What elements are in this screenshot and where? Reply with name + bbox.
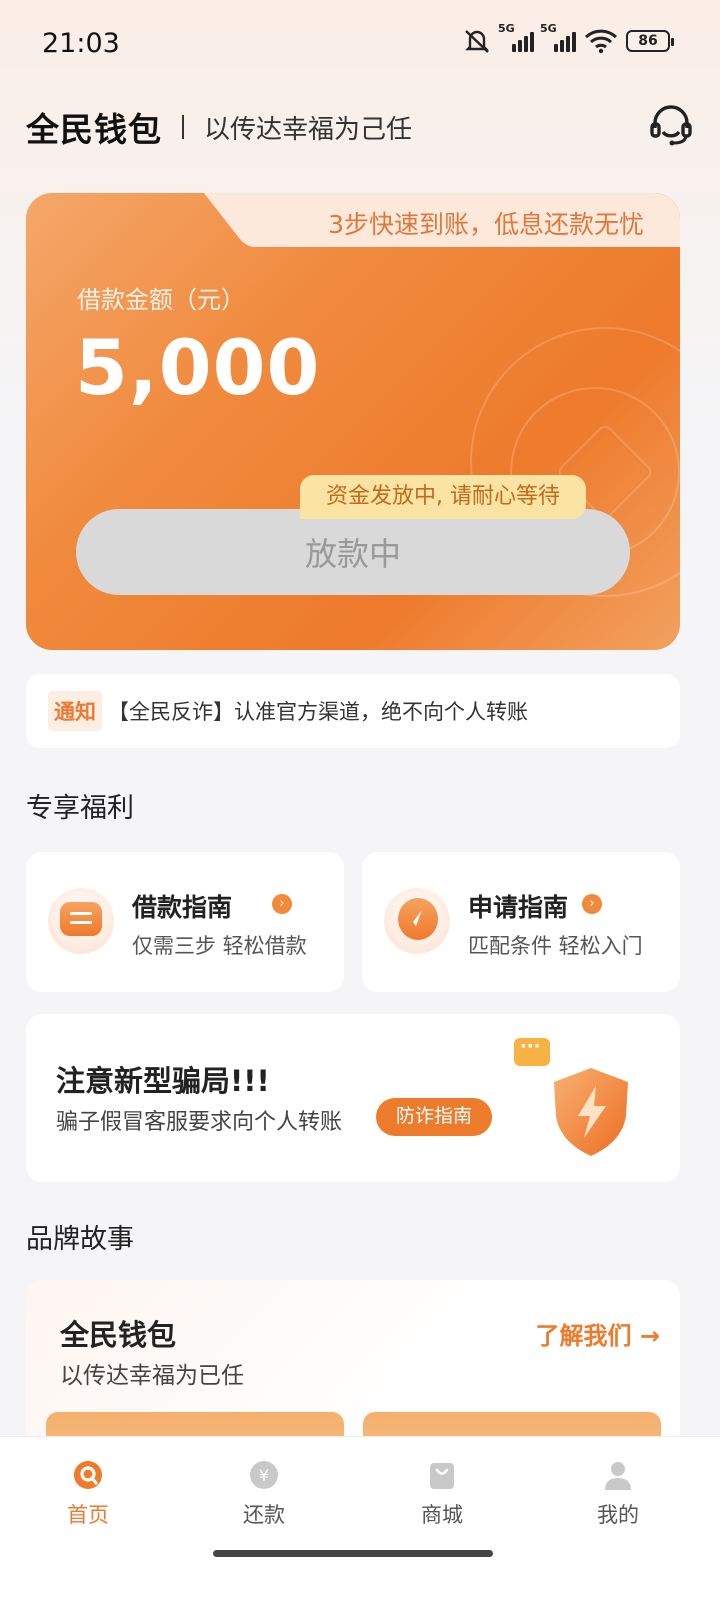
notice-bar[interactable]: 通知 【全民反诈】认准官方渠道，绝不向个人转账 — [26, 674, 680, 748]
benefits-title: 专享福利 — [26, 793, 134, 824]
svg-text:¥: ¥ — [259, 1466, 269, 1485]
chevron-right-icon: › — [272, 894, 292, 914]
loan-guide-subtitle: 仅需三步 轻松借款 — [132, 934, 307, 958]
loan-card-body: 借款金额（元） 5,000 资金发放中, 请耐心等待 放款中 — [26, 247, 680, 650]
status-bubble: 资金发放中, 请耐心等待 — [300, 475, 586, 519]
notice-tag: 通知 — [48, 691, 102, 731]
tab-repay[interactable]: ¥ 还款 — [204, 1459, 324, 1529]
anti-fraud-guide-button[interactable]: 防诈指南 — [376, 1098, 493, 1136]
amount-label: 借款金额（元） — [77, 286, 245, 314]
chevron-right-icon: › — [582, 894, 602, 914]
loan-card: 3步快速到账，低息还款无忧 借款金额（元） 5,000 资金发放中, 请耐心等待… — [26, 193, 680, 650]
chat-bubble-icon — [514, 1036, 550, 1066]
shopping-bag-icon — [430, 1463, 454, 1489]
disbursing-button[interactable]: 放款中 — [76, 509, 630, 595]
tab-mall[interactable]: 商城 — [382, 1459, 502, 1529]
bottom-tab-bar: 首页 ¥ 还款 商城 我的 — [0, 1436, 720, 1600]
brand-name: 全民钱包 — [26, 110, 162, 149]
cell-signal-2-icon: 5G — [540, 22, 576, 52]
apply-guide-subtitle: 匹配条件 轻松入门 — [468, 934, 643, 958]
wifi-icon — [584, 29, 618, 54]
network-label-1: 5G — [498, 22, 515, 35]
home-icon — [74, 1461, 102, 1489]
tab-home-label: 首页 — [67, 1503, 109, 1527]
promo-tab: 3步快速到账，低息还款无忧 — [265, 193, 680, 247]
brand-story-card-title: 全民钱包 — [60, 1318, 177, 1352]
network-label-2: 5G — [540, 22, 557, 35]
brand-story-card-subtitle: 以传达幸福为已任 — [60, 1363, 244, 1389]
promo-text: 3步快速到账，低息还款无忧 — [328, 210, 644, 239]
brand-slogan: 以传达幸福为己任 — [204, 114, 413, 145]
status-time: 21:03 — [42, 28, 120, 59]
yuan-icon: ¥ — [250, 1461, 278, 1489]
app-header: 全民钱包 以传达幸福为己任 — [26, 100, 694, 154]
headset-icon[interactable] — [648, 102, 694, 148]
home-indicator[interactable] — [213, 1550, 493, 1557]
tab-profile[interactable]: 我的 — [558, 1459, 678, 1529]
fraud-warning-card: 注意新型骗局!!! 骗子假冒客服要求向个人转账 防诈指南 — [26, 1014, 680, 1182]
loan-amount: 5,000 — [75, 323, 321, 412]
app-page: 21:03 5G 5G 86 全民钱包 以传达幸福为己任 3步快速到账，低息还款… — [0, 0, 720, 1600]
mute-bell-icon — [465, 30, 489, 53]
apply-guide-card[interactable]: 申请指南 › 匹配条件 轻松入门 — [362, 852, 680, 992]
compass-icon — [384, 888, 450, 954]
status-bar: 21:03 5G 5G 86 — [0, 0, 720, 90]
tab-profile-label: 我的 — [597, 1503, 639, 1527]
document-icon — [48, 888, 114, 954]
loan-guide-title: 借款指南 — [132, 893, 233, 922]
tab-home[interactable]: 首页 — [28, 1459, 148, 1529]
apply-guide-title: 申请指南 — [468, 893, 569, 922]
tab-mall-label: 商城 — [421, 1503, 463, 1527]
fraud-subtitle: 骗子假冒客服要求向个人转账 — [56, 1110, 343, 1135]
fraud-title: 注意新型骗局!!! — [56, 1064, 270, 1098]
loan-guide-card[interactable]: 借款指南 › 仅需三步 轻松借款 — [26, 852, 344, 992]
header-divider — [182, 115, 184, 139]
tab-repay-label: 还款 — [243, 1503, 285, 1527]
shield-lightning-icon — [554, 1068, 628, 1156]
brand-story-title: 品牌故事 — [26, 1224, 134, 1255]
status-icons: 5G 5G 86 — [462, 22, 674, 54]
user-icon — [605, 1462, 631, 1490]
notice-text: 【全民反诈】认准官方渠道，绝不向个人转账 — [108, 700, 528, 724]
about-us-link[interactable]: 了解我们 → — [536, 1316, 660, 1351]
battery-icon: 86 — [626, 30, 674, 52]
cell-signal-1-icon: 5G — [498, 22, 534, 52]
